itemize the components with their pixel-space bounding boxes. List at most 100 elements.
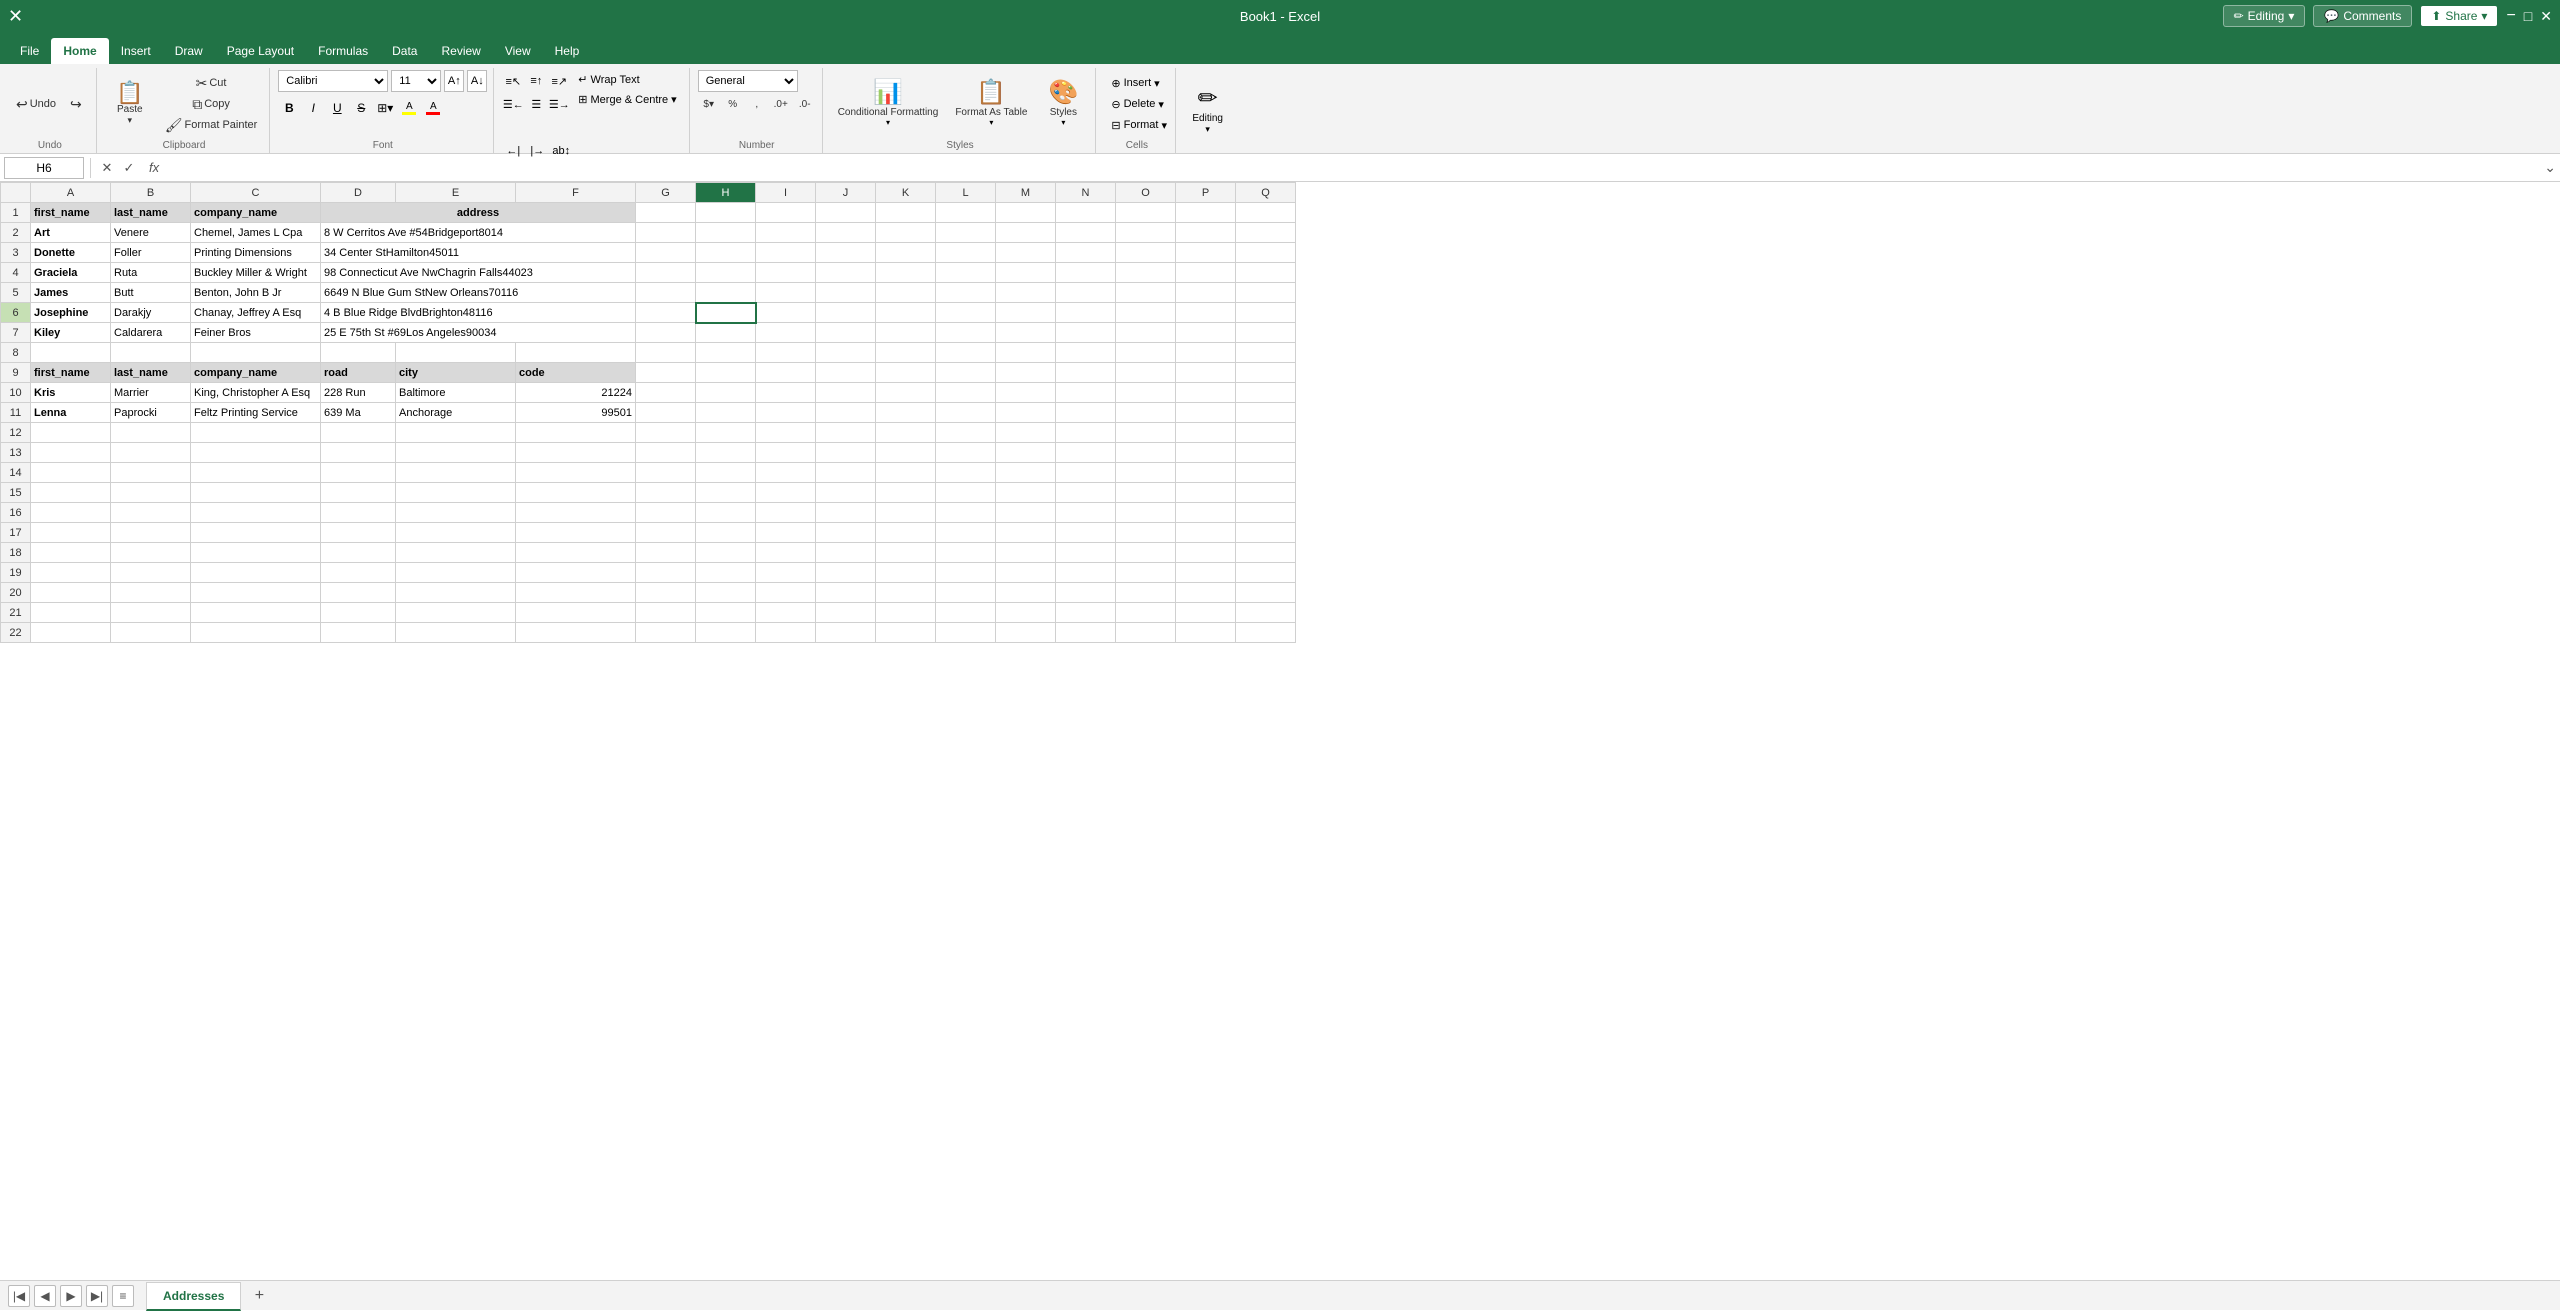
align-top-left-button[interactable]: ≡↖: [502, 70, 524, 92]
table-row[interactable]: [636, 623, 696, 643]
tab-data[interactable]: Data: [380, 38, 429, 64]
table-row[interactable]: [756, 323, 816, 343]
editing-button[interactable]: ✏ Editing ▾: [1184, 80, 1231, 139]
restore-icon[interactable]: □: [2524, 8, 2532, 24]
table-row[interactable]: [1236, 503, 1296, 523]
table-row[interactable]: [996, 263, 1056, 283]
col-header-O[interactable]: O: [1116, 183, 1176, 203]
table-row[interactable]: [1176, 563, 1236, 583]
table-row[interactable]: [696, 483, 756, 503]
table-row[interactable]: Kiley: [31, 323, 111, 343]
table-row[interactable]: [396, 623, 516, 643]
table-row[interactable]: [516, 623, 636, 643]
table-row[interactable]: [936, 343, 996, 363]
table-row[interactable]: [816, 403, 876, 423]
redo-button[interactable]: ↪: [64, 94, 90, 114]
table-row[interactable]: last_name: [111, 203, 191, 223]
table-row[interactable]: [1116, 243, 1176, 263]
sheet-container[interactable]: A B C D E F G H I J K L M N O P Q: [0, 182, 2560, 1280]
table-row[interactable]: [816, 563, 876, 583]
tab-help[interactable]: Help: [543, 38, 592, 64]
table-row[interactable]: [1056, 543, 1116, 563]
table-row[interactable]: [996, 363, 1056, 383]
align-top-right-button[interactable]: ≡↗: [548, 70, 570, 92]
table-row[interactable]: [396, 523, 516, 543]
table-row[interactable]: [111, 423, 191, 443]
table-row[interactable]: [696, 463, 756, 483]
tab-review[interactable]: Review: [429, 38, 492, 64]
table-row[interactable]: [876, 463, 936, 483]
tab-file[interactable]: File: [8, 38, 51, 64]
table-row[interactable]: [191, 483, 321, 503]
table-row[interactable]: [111, 443, 191, 463]
table-row[interactable]: [516, 343, 636, 363]
table-row[interactable]: [111, 563, 191, 583]
row-num-11[interactable]: 11: [1, 403, 31, 423]
table-row[interactable]: [636, 423, 696, 443]
table-row[interactable]: [876, 423, 936, 443]
table-row[interactable]: [31, 583, 111, 603]
table-row[interactable]: [1236, 403, 1296, 423]
table-row[interactable]: [1116, 223, 1176, 243]
table-row[interactable]: [1236, 243, 1296, 263]
table-row[interactable]: [636, 383, 696, 403]
table-row[interactable]: [1176, 483, 1236, 503]
table-row[interactable]: [321, 463, 396, 483]
table-row[interactable]: 21224: [516, 383, 636, 403]
table-row[interactable]: [936, 583, 996, 603]
table-row[interactable]: James: [31, 283, 111, 303]
decrease-decimal-button[interactable]: .0-: [794, 95, 816, 113]
table-row[interactable]: [1056, 623, 1116, 643]
table-row[interactable]: [876, 443, 936, 463]
table-row[interactable]: [1116, 203, 1176, 223]
align-top-center-button[interactable]: ≡↑: [525, 70, 547, 92]
table-row[interactable]: [756, 263, 816, 283]
currency-button[interactable]: $▾: [698, 95, 720, 113]
table-row[interactable]: [516, 463, 636, 483]
styles-button[interactable]: 🎨 Styles ▾: [1037, 74, 1089, 131]
table-row[interactable]: [636, 603, 696, 623]
sheet-tab-addresses[interactable]: Addresses: [146, 1282, 241, 1311]
row-num-6[interactable]: 6: [1, 303, 31, 323]
table-row[interactable]: [696, 523, 756, 543]
table-row[interactable]: [996, 243, 1056, 263]
table-row[interactable]: [636, 503, 696, 523]
table-row[interactable]: Donette: [31, 243, 111, 263]
col-header-E[interactable]: E: [396, 183, 516, 203]
table-row[interactable]: [1116, 483, 1176, 503]
table-row[interactable]: [696, 223, 756, 243]
table-row[interactable]: [1056, 403, 1116, 423]
table-row[interactable]: [996, 603, 1056, 623]
table-row[interactable]: [936, 223, 996, 243]
col-header-H[interactable]: H: [696, 183, 756, 203]
table-row[interactable]: [31, 503, 111, 523]
table-row[interactable]: [876, 623, 936, 643]
table-row[interactable]: Kris: [31, 383, 111, 403]
confirm-formula-button[interactable]: ✓: [119, 158, 139, 178]
comma-button[interactable]: ,: [746, 95, 768, 113]
table-row[interactable]: [636, 323, 696, 343]
table-row[interactable]: [876, 543, 936, 563]
table-row[interactable]: [996, 483, 1056, 503]
row-num-22[interactable]: 22: [1, 623, 31, 643]
table-row[interactable]: [696, 503, 756, 523]
table-row[interactable]: [396, 463, 516, 483]
table-row[interactable]: [1116, 563, 1176, 583]
col-header-G[interactable]: G: [636, 183, 696, 203]
row-num-3[interactable]: 3: [1, 243, 31, 263]
table-row[interactable]: [321, 483, 396, 503]
table-row[interactable]: 4 B Blue Ridge BlvdBrighton48116: [321, 303, 636, 323]
table-row[interactable]: 228 Run: [321, 383, 396, 403]
table-row[interactable]: [31, 523, 111, 543]
table-row[interactable]: [1236, 543, 1296, 563]
table-row[interactable]: [636, 303, 696, 323]
table-row[interactable]: [191, 343, 321, 363]
table-row[interactable]: [516, 603, 636, 623]
table-row[interactable]: [321, 503, 396, 523]
table-row[interactable]: [516, 523, 636, 543]
table-row[interactable]: [996, 343, 1056, 363]
table-row[interactable]: Josephine: [31, 303, 111, 323]
table-row[interactable]: [816, 323, 876, 343]
table-row[interactable]: [396, 563, 516, 583]
table-row[interactable]: [1236, 303, 1296, 323]
